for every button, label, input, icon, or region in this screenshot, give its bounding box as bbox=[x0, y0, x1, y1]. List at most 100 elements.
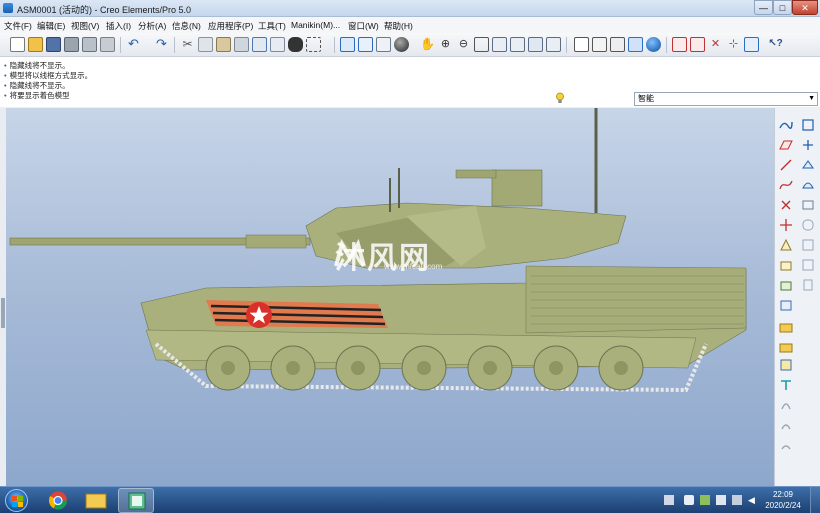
datum-plane-icon[interactable] bbox=[801, 118, 815, 132]
surface-icon[interactable] bbox=[801, 178, 815, 192]
no-hidden-icon[interactable] bbox=[610, 37, 625, 52]
start-button[interactable] bbox=[5, 489, 28, 512]
tray-volume-icon[interactable]: ◀ bbox=[748, 495, 758, 505]
sash-handle[interactable] bbox=[1, 298, 5, 328]
create-component-icon[interactable] bbox=[779, 278, 793, 292]
lightbulb-icon[interactable] bbox=[555, 92, 565, 104]
analysis-icon[interactable] bbox=[779, 238, 793, 252]
graphics-window[interactable] bbox=[6, 108, 774, 486]
datum-plane-display-icon[interactable] bbox=[672, 37, 687, 52]
tank-model bbox=[9, 108, 747, 393]
refit-icon[interactable] bbox=[474, 37, 489, 52]
solidify-icon[interactable] bbox=[779, 438, 793, 452]
repaint-icon[interactable] bbox=[340, 37, 355, 52]
round-icon[interactable] bbox=[801, 218, 815, 232]
component-operations-icon[interactable] bbox=[779, 358, 793, 372]
taskbar-explorer[interactable] bbox=[78, 488, 114, 513]
axis-icon[interactable] bbox=[779, 158, 793, 172]
open-assembly-icon[interactable] bbox=[779, 340, 793, 354]
plane-icon[interactable] bbox=[779, 138, 793, 152]
appearance-sphere-icon[interactable] bbox=[394, 37, 409, 52]
trim-icon[interactable] bbox=[779, 378, 793, 392]
email-icon[interactable] bbox=[100, 37, 115, 52]
pan-hand-icon[interactable]: ✋ bbox=[420, 37, 435, 52]
menu-applications[interactable]: 应用程序(P) bbox=[208, 20, 253, 32]
show-desktop-button[interactable] bbox=[810, 487, 820, 513]
orient-mode-icon[interactable] bbox=[376, 37, 391, 52]
menu-file[interactable]: 文件(F) bbox=[4, 20, 32, 32]
print-icon[interactable] bbox=[64, 37, 79, 52]
taskbar-chrome[interactable] bbox=[40, 488, 76, 513]
cut-icon[interactable]: ✂ bbox=[180, 37, 195, 52]
find-binoculars-icon[interactable] bbox=[288, 37, 303, 52]
package-icon[interactable] bbox=[779, 298, 793, 312]
wireframe-icon[interactable] bbox=[574, 37, 589, 52]
tray-security-icon[interactable] bbox=[700, 495, 710, 505]
creo-app-icon bbox=[128, 492, 146, 510]
annotation-display-icon[interactable] bbox=[744, 37, 759, 52]
menu-info[interactable]: 信息(N) bbox=[172, 20, 201, 32]
select-box-icon[interactable] bbox=[306, 37, 321, 52]
sweep-icon[interactable] bbox=[801, 198, 815, 212]
context-help-icon[interactable]: ↖? bbox=[768, 37, 783, 52]
print-preview-icon[interactable] bbox=[82, 37, 97, 52]
menu-insert[interactable]: 插入(I) bbox=[106, 20, 131, 32]
regenerate-icon[interactable] bbox=[252, 37, 267, 52]
regen-manager-icon[interactable] bbox=[270, 37, 285, 52]
save-icon[interactable] bbox=[46, 37, 61, 52]
close-button[interactable]: ✕ bbox=[792, 0, 818, 15]
menu-window[interactable]: 窗口(W) bbox=[348, 20, 379, 32]
tray-network-icon[interactable] bbox=[684, 495, 694, 505]
menu-tools[interactable]: 工具(T) bbox=[258, 20, 286, 32]
maximize-button[interactable]: □ bbox=[773, 0, 792, 15]
selection-filter-dropdown[interactable]: 智能 ▼ bbox=[634, 92, 818, 106]
undo-icon[interactable]: ↶ bbox=[126, 37, 141, 52]
coordinate-system-icon[interactable] bbox=[779, 218, 793, 232]
curve-icon[interactable] bbox=[779, 178, 793, 192]
datum-point-display-icon[interactable]: ✕ bbox=[708, 37, 723, 52]
extrude-icon[interactable] bbox=[801, 158, 815, 172]
shell-icon[interactable] bbox=[801, 258, 815, 272]
view-manager-icon[interactable] bbox=[546, 37, 561, 52]
minimize-button[interactable]: — bbox=[754, 0, 773, 15]
shading-icon[interactable] bbox=[628, 37, 643, 52]
enhanced-realism-icon[interactable] bbox=[646, 37, 661, 52]
copy-icon[interactable] bbox=[198, 37, 213, 52]
menu-manikin[interactable]: Manikin(M)... bbox=[291, 20, 340, 30]
rib-icon[interactable] bbox=[801, 278, 815, 292]
reorient-icon[interactable] bbox=[492, 37, 507, 52]
sketch-icon[interactable] bbox=[779, 118, 793, 132]
offset-icon[interactable] bbox=[779, 398, 793, 412]
coordinate-system-display-icon[interactable]: ⊹ bbox=[726, 37, 741, 52]
mirror-icon[interactable] bbox=[801, 138, 815, 152]
menu-edit[interactable]: 编辑(E) bbox=[37, 20, 65, 32]
datum-axis-display-icon[interactable] bbox=[690, 37, 705, 52]
zoom-in-icon[interactable]: ⊕ bbox=[438, 37, 453, 52]
insert-folder-icon[interactable] bbox=[779, 320, 793, 334]
zoom-out-icon[interactable]: ⊖ bbox=[456, 37, 471, 52]
menu-analysis[interactable]: 分析(A) bbox=[138, 20, 166, 32]
open-folder-icon[interactable] bbox=[28, 37, 43, 52]
taskbar-creo[interactable] bbox=[118, 488, 154, 513]
clock-time: 22:09 bbox=[772, 490, 794, 499]
windows-logo-icon bbox=[18, 502, 23, 507]
thicken-icon[interactable] bbox=[779, 418, 793, 432]
layers-icon[interactable] bbox=[528, 37, 543, 52]
main-toolbar: ↶ ↷ ✂ ✋ ⊕ ⊖ ✕ ⊹ ↖? bbox=[0, 33, 820, 57]
saved-views-icon[interactable] bbox=[510, 37, 525, 52]
system-clock[interactable]: 22:09 2020/2/24 bbox=[762, 489, 804, 511]
tray-display-icon[interactable] bbox=[732, 495, 742, 505]
hidden-line-icon[interactable] bbox=[592, 37, 607, 52]
paste-special-icon[interactable] bbox=[234, 37, 249, 52]
redo-icon[interactable]: ↷ bbox=[154, 37, 169, 52]
assemble-icon[interactable] bbox=[779, 258, 793, 272]
chamfer-icon[interactable] bbox=[801, 238, 815, 252]
tray-keyboard-icon[interactable] bbox=[664, 495, 674, 505]
menu-view[interactable]: 视图(V) bbox=[71, 20, 99, 32]
new-file-icon[interactable] bbox=[10, 37, 25, 52]
spin-center-icon[interactable] bbox=[358, 37, 373, 52]
menu-help[interactable]: 帮助(H) bbox=[384, 20, 413, 32]
tray-flag-icon[interactable] bbox=[716, 495, 726, 505]
paste-icon[interactable] bbox=[216, 37, 231, 52]
datum-point-icon[interactable] bbox=[779, 198, 793, 212]
